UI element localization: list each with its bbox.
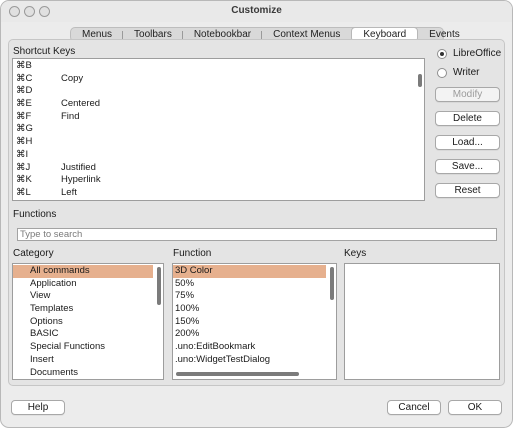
shortcut-key: ⌘L xyxy=(16,186,31,198)
category-label: Category xyxy=(13,248,54,259)
shortcut-key: ⌘G xyxy=(16,123,33,135)
category-scrollbar[interactable] xyxy=(157,267,161,305)
shortcut-key: ⌘B xyxy=(16,60,32,71)
function-label: Function xyxy=(173,248,212,259)
shortcut-keys-list[interactable]: ⌘B ⌘C Copy ⌘D ⌘E Centered ⌘F Find ⌘G ⌘H ⌘I ⌘J Justif… xyxy=(12,58,425,201)
shortcut-command: Left xyxy=(61,186,77,198)
shortcut-key: ⌘I xyxy=(16,148,29,160)
shortcut-row[interactable]: ⌘J Justified xyxy=(13,162,424,175)
function-item[interactable]: 100% xyxy=(173,303,336,316)
shortcut-row[interactable]: ⌘D xyxy=(13,85,424,98)
shortcut-row[interactable]: ⌘E Centered xyxy=(13,98,424,111)
load-button[interactable]: Load... xyxy=(435,135,500,150)
cancel-button[interactable]: Cancel xyxy=(387,400,441,415)
shortcut-key: ⌘D xyxy=(16,85,33,97)
customize-dialog: Customize Menus Toolbars Notebookbar Con… xyxy=(0,0,513,428)
category-item[interactable]: Special Functions xyxy=(13,341,163,354)
category-item[interactable]: View xyxy=(13,290,163,303)
shortcut-row[interactable]: ⌘H xyxy=(13,136,424,149)
function-list[interactable]: 3D Color 50% 75% 100% 150% 200% .uno:EditBookm… xyxy=(172,263,337,380)
shortcut-command: Justified xyxy=(61,161,96,173)
keys-list[interactable] xyxy=(344,263,500,380)
writer-radio[interactable] xyxy=(437,68,447,78)
function-vertical-scrollbar[interactable] xyxy=(330,267,334,300)
shortcut-key: ⌘E xyxy=(16,98,32,110)
title-bar: Customize xyxy=(1,1,512,22)
function-item[interactable]: 75% xyxy=(173,290,336,303)
function-horizontal-scrollbar[interactable] xyxy=(176,372,299,376)
shortcut-command: Hyperlink xyxy=(61,174,101,186)
category-item[interactable]: Templates xyxy=(13,303,163,316)
keys-label: Keys xyxy=(344,248,367,259)
shortcut-row[interactable]: ⌘B xyxy=(13,60,424,73)
function-item[interactable]: 50% xyxy=(173,278,336,291)
libreoffice-radio[interactable] xyxy=(437,49,447,59)
shortcut-row[interactable]: ⌘C Copy xyxy=(13,73,424,86)
category-item[interactable]: BASIC xyxy=(13,328,163,341)
shortcut-key: ⌘C xyxy=(16,72,33,84)
function-item[interactable]: 200% xyxy=(173,328,336,341)
shortcut-row[interactable]: ⌘K Hyperlink xyxy=(13,174,424,187)
help-button[interactable]: Help xyxy=(11,400,65,415)
function-item[interactable]: 3D Color xyxy=(173,265,326,278)
function-item[interactable]: .uno:EditBookmark xyxy=(173,341,336,354)
writer-radio-label: Writer xyxy=(453,67,480,78)
function-item[interactable]: .uno:WidgetTestDialog xyxy=(173,354,336,367)
shortcut-row[interactable]: ⌘G xyxy=(13,123,424,136)
ok-button[interactable]: OK xyxy=(448,400,502,415)
shortcut-row[interactable]: ⌘L Left xyxy=(13,187,424,200)
shortcut-key: ⌘H xyxy=(16,136,33,148)
category-item[interactable]: Application xyxy=(13,278,163,291)
functions-label: Functions xyxy=(13,209,57,220)
function-item[interactable]: 150% xyxy=(173,316,336,329)
shortcut-keys-scrollbar[interactable] xyxy=(418,74,422,87)
reset-button[interactable]: Reset xyxy=(435,183,500,198)
category-list[interactable]: All commands Application View Templates Opti… xyxy=(12,263,164,380)
shortcut-row[interactable]: ⌘F Find xyxy=(13,111,424,124)
shortcut-key: ⌘F xyxy=(16,110,32,122)
delete-button[interactable]: Delete xyxy=(435,111,500,126)
shortcut-command: Find xyxy=(61,110,80,122)
category-item[interactable]: Documents xyxy=(13,367,163,380)
shortcut-keys-label: Shortcut Keys xyxy=(13,46,76,57)
category-item[interactable]: Options xyxy=(13,316,163,329)
window-title: Customize xyxy=(231,5,282,16)
shortcut-key: ⌘J xyxy=(16,161,31,173)
shortcut-key: ⌘K xyxy=(16,174,32,186)
shortcut-command: Copy xyxy=(61,72,84,84)
shortcut-command: Centered xyxy=(61,98,101,110)
category-item[interactable]: All commands xyxy=(13,265,153,278)
modify-button[interactable]: Modify xyxy=(435,87,500,102)
save-button[interactable]: Save... xyxy=(435,159,500,174)
libreoffice-radio-label: LibreOffice xyxy=(453,48,502,59)
shortcut-row[interactable]: ⌘I xyxy=(13,149,424,162)
category-item[interactable]: Insert xyxy=(13,354,163,367)
function-search-input[interactable] xyxy=(17,228,497,241)
